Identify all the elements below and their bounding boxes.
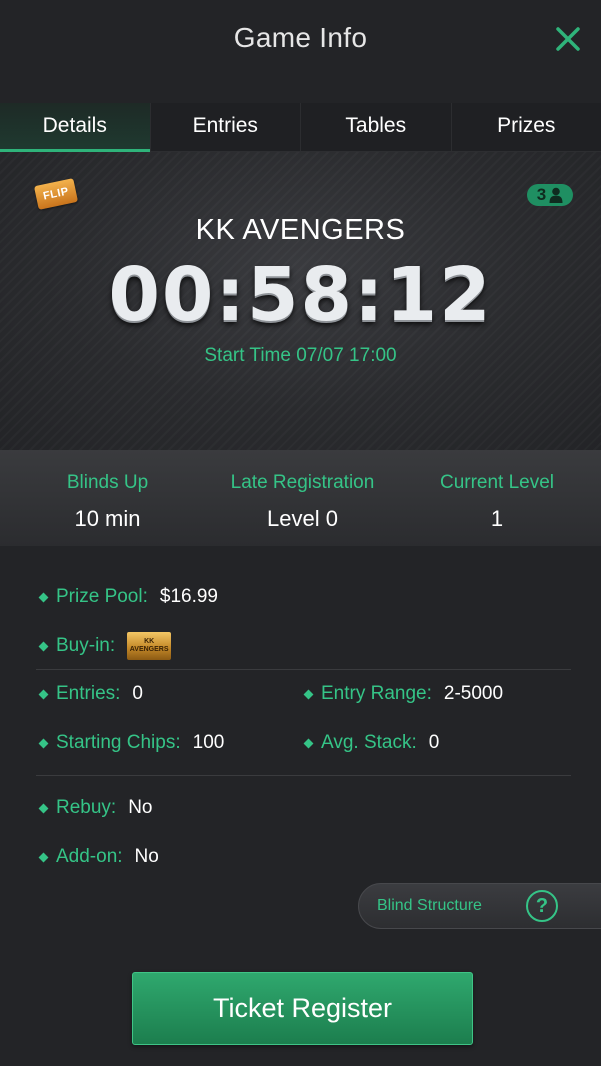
entry-range-label: Entry Range:	[321, 683, 432, 704]
diamond-icon	[38, 689, 49, 699]
player-count: 3	[536, 185, 547, 204]
close-icon	[556, 27, 580, 51]
stat-label: Late Registration	[230, 472, 375, 493]
entries-row: Entries: 0	[38, 683, 143, 705]
starting-chips-row: Starting Chips: 100	[38, 732, 225, 754]
stat-value: 10 min	[74, 506, 141, 531]
prize-pool-value: $16.99	[159, 586, 218, 607]
prize-pool-row: Prize Pool: $16.99	[38, 586, 218, 608]
diamond-icon	[38, 592, 49, 602]
stats-bar: Blinds Up 10 min Late Registration Level…	[0, 450, 601, 546]
diamond-icon	[38, 738, 49, 748]
close-button[interactable]	[553, 24, 583, 54]
tab-bar: Details Entries Tables Prizes	[0, 103, 601, 152]
blind-structure-label: Blind Structure	[377, 897, 482, 914]
stat-label: Current Level	[439, 472, 555, 493]
stat-value: Level 0	[267, 506, 338, 531]
tournament-hero: FLIP 3 KK AVENGERS 00:58:12 Start Time 0…	[0, 152, 601, 450]
buy-in-label: Buy-in:	[56, 635, 116, 656]
addon-value: No	[134, 846, 159, 867]
prize-pool-label: Prize Pool:	[56, 586, 148, 607]
rebuy-value: No	[128, 797, 153, 818]
stat-current-level: Current Level 1	[398, 472, 596, 532]
addon-row: Add-on: No	[38, 846, 159, 868]
starting-chips-value: 100	[192, 732, 225, 753]
ticket-register-button[interactable]: Ticket Register	[132, 972, 473, 1045]
diamond-icon	[38, 641, 49, 651]
stat-blinds-up: Blinds Up 10 min	[0, 472, 215, 532]
flip-badge: FLIP	[33, 178, 79, 210]
countdown-timer: 00:58:12	[108, 252, 493, 338]
tab-details[interactable]: Details	[0, 103, 150, 152]
avg-stack-row: Avg. Stack: 0	[303, 732, 440, 754]
help-icon[interactable]: ?	[526, 890, 558, 922]
stat-label: Blinds Up	[66, 472, 149, 493]
rebuy-label: Rebuy:	[56, 797, 117, 818]
entry-range-row: Entry Range: 2-5000	[303, 683, 504, 705]
entries-label: Entries:	[56, 683, 121, 704]
diamond-icon	[303, 738, 314, 748]
tab-entries[interactable]: Entries	[149, 103, 301, 151]
addon-label: Add-on:	[56, 846, 123, 867]
starting-chips-label: Starting Chips:	[56, 732, 181, 753]
stat-value: 1	[490, 506, 504, 531]
stat-late-registration: Late Registration Level 0	[200, 472, 405, 532]
tab-prizes[interactable]: Prizes	[450, 103, 601, 151]
divider	[36, 775, 571, 776]
player-count-badge: 3	[527, 184, 573, 206]
entry-range-value: 2-5000	[443, 683, 504, 704]
page-title: Game Info	[233, 22, 368, 53]
avg-stack-value: 0	[428, 732, 440, 753]
diamond-icon	[38, 803, 49, 813]
tab-tables[interactable]: Tables	[300, 103, 451, 151]
game-info-screen: Game Info Details Entries Tables Prizes …	[0, 0, 601, 1066]
diamond-icon	[38, 852, 49, 862]
avg-stack-label: Avg. Stack:	[321, 732, 417, 753]
divider	[36, 669, 571, 670]
rebuy-row: Rebuy: No	[38, 797, 153, 819]
buy-in-row: Buy-in: KK AVENGERS	[38, 632, 172, 660]
person-icon	[549, 187, 563, 203]
entries-value: 0	[132, 683, 143, 704]
start-time: Start Time 07/07 17:00	[204, 345, 397, 366]
game-name: KK AVENGERS	[195, 214, 406, 246]
blind-structure-button[interactable]: Blind Structure ?	[358, 883, 601, 929]
diamond-icon	[303, 689, 314, 699]
header: Game Info	[0, 0, 601, 80]
buy-in-ticket: KK AVENGERS	[127, 632, 172, 660]
